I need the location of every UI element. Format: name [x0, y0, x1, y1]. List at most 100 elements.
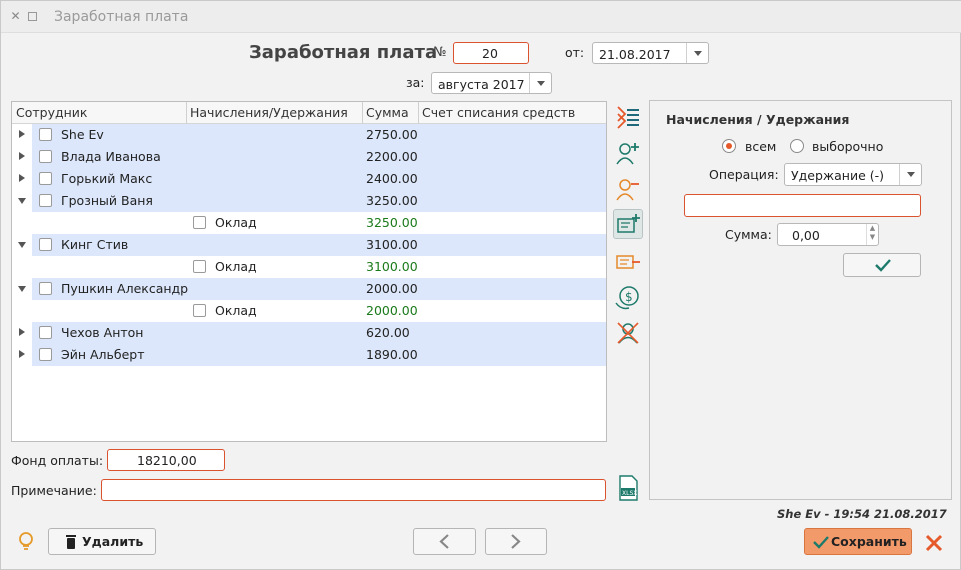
expand-arrow-icon[interactable]	[19, 152, 25, 160]
column-header-sum[interactable]: Сумма	[366, 105, 409, 120]
radio-selective-label[interactable]: выборочно	[812, 139, 883, 154]
employee-name: Эйн Альберт	[61, 347, 145, 362]
column-header-accruals[interactable]: Начисления/Удержания	[190, 105, 348, 120]
maximize-window-icon[interactable]	[28, 12, 37, 21]
note-label: Примечание:	[11, 483, 97, 498]
sum-value: 0,00	[792, 228, 820, 243]
chevron-down-icon[interactable]	[899, 164, 921, 185]
trash-icon	[66, 535, 76, 549]
row-checkbox[interactable]	[39, 326, 52, 339]
table-row[interactable]: Горький Макс 2400.00	[12, 168, 606, 190]
employee-name: She Ev	[61, 127, 104, 142]
column-header-account[interactable]: Счет списания средств	[422, 105, 575, 120]
operation-select[interactable]: Удержание (-)	[784, 163, 922, 186]
previous-button[interactable]	[413, 528, 476, 555]
date-value: 21.08.2017	[599, 47, 671, 62]
radio-all[interactable]	[722, 139, 736, 153]
row-checkbox[interactable]	[193, 260, 206, 273]
add-accrual-icon[interactable]	[613, 209, 643, 239]
table-row[interactable]: Грозный Ваня 3250.00	[12, 190, 606, 212]
chevron-down-icon[interactable]	[686, 43, 708, 63]
table-row[interactable]: Влада Иванова 2200.00	[12, 146, 606, 168]
row-checkbox[interactable]	[39, 194, 52, 207]
remove-employee-icon[interactable]	[613, 174, 643, 204]
date-picker[interactable]: 21.08.2017	[592, 42, 709, 64]
radio-selective[interactable]	[790, 139, 804, 153]
table-header: Сотрудник Начисления/Удержания Сумма Сче…	[12, 102, 606, 124]
apply-button[interactable]	[843, 253, 921, 277]
excel-export-icon[interactable]: XLSX	[613, 473, 643, 503]
radio-all-label[interactable]: всем	[745, 139, 776, 154]
status-text: She Ev - 19:54 21.08.2017	[777, 507, 947, 521]
column-header-employee[interactable]: Сотрудник	[16, 105, 87, 120]
number-value: 20	[482, 46, 498, 61]
operation-value: Удержание (-)	[791, 168, 885, 183]
operation-label: Операция:	[709, 167, 779, 182]
cancel-payment-icon[interactable]	[613, 318, 643, 348]
table-row[interactable]: She Ev 2750.00	[12, 124, 606, 146]
table-row[interactable]: Оклад 2000.00	[12, 300, 606, 322]
accruals-panel: Начисления / Удержания всем выборочно Оп…	[649, 100, 952, 500]
checkmark-icon	[875, 259, 891, 272]
note-input[interactable]	[101, 479, 606, 501]
accrual-item: Оклад	[215, 259, 257, 274]
row-checkbox[interactable]	[193, 304, 206, 317]
save-button[interactable]: Сохранить	[804, 528, 912, 555]
expand-all-icon[interactable]	[613, 102, 643, 132]
table-row[interactable]: Оклад 3250.00	[12, 212, 606, 234]
chevron-right-icon	[511, 534, 521, 549]
chevron-down-icon[interactable]	[529, 73, 551, 93]
accrual-name-input[interactable]	[684, 194, 921, 217]
table-row[interactable]: Чехов Антон 620.00	[12, 322, 606, 344]
fund-input[interactable]: 18210,00	[107, 449, 225, 471]
row-checkbox[interactable]	[39, 172, 52, 185]
row-checkbox[interactable]	[39, 128, 52, 141]
expand-arrow-icon[interactable]	[19, 350, 25, 358]
employee-name: Горький Макс	[61, 171, 153, 186]
expand-arrow-icon[interactable]	[19, 328, 25, 336]
next-button[interactable]	[485, 528, 547, 555]
row-checkbox[interactable]	[39, 150, 52, 163]
accrual-item: Оклад	[215, 303, 257, 318]
period-value: августа 2017	[438, 77, 525, 92]
window-title: Заработная плата	[54, 9, 189, 25]
svg-text:XLSX: XLSX	[622, 490, 637, 497]
number-label: №	[433, 45, 447, 60]
spinner-arrows-icon[interactable]: ▲ ▼	[866, 224, 878, 245]
row-sum: 2000.00	[366, 281, 418, 296]
expand-arrow-icon[interactable]	[19, 130, 25, 138]
delete-button[interactable]: Удалить	[48, 528, 156, 555]
row-sum: 2000.00	[366, 303, 418, 318]
remove-accrual-icon[interactable]	[613, 247, 643, 277]
salary-table[interactable]: Сотрудник Начисления/Удержания Сумма Сче…	[11, 101, 607, 442]
date-label: от:	[565, 45, 585, 60]
close-window-icon[interactable]: ✕	[9, 10, 22, 23]
collapse-arrow-icon[interactable]	[18, 198, 26, 204]
row-sum: 2400.00	[366, 171, 418, 186]
employee-name: Грозный Ваня	[61, 193, 153, 208]
employee-name: Пушкин Александр	[61, 281, 189, 296]
collapse-arrow-icon[interactable]	[18, 286, 26, 292]
table-row[interactable]: Оклад 3100.00	[12, 256, 606, 278]
sum-label: Сумма:	[725, 227, 772, 242]
chevron-left-icon	[439, 534, 449, 549]
collapse-arrow-icon[interactable]	[18, 242, 26, 248]
row-checkbox[interactable]	[39, 282, 52, 295]
number-input[interactable]: 20	[453, 42, 529, 64]
title-bar: ✕ Заработная плата	[1, 1, 961, 33]
close-icon[interactable]	[923, 532, 945, 554]
table-row[interactable]: Эйн Альберт 1890.00	[12, 344, 606, 366]
table-row[interactable]: Пушкин Александр 2000.00	[12, 278, 606, 300]
row-checkbox[interactable]	[39, 238, 52, 251]
sum-spinner[interactable]: 0,00 ▲ ▼	[777, 223, 879, 246]
table-row[interactable]: Кинг Стив 3100.00	[12, 234, 606, 256]
row-checkbox[interactable]	[39, 348, 52, 361]
delete-label: Удалить	[82, 534, 144, 549]
add-employee-icon[interactable]	[613, 138, 643, 168]
expand-arrow-icon[interactable]	[19, 174, 25, 182]
payment-icon[interactable]: $	[613, 283, 643, 313]
period-select[interactable]: августа 2017	[431, 72, 552, 94]
lightbulb-icon[interactable]	[15, 530, 37, 554]
row-sum: 3250.00	[366, 193, 418, 208]
row-checkbox[interactable]	[193, 216, 206, 229]
